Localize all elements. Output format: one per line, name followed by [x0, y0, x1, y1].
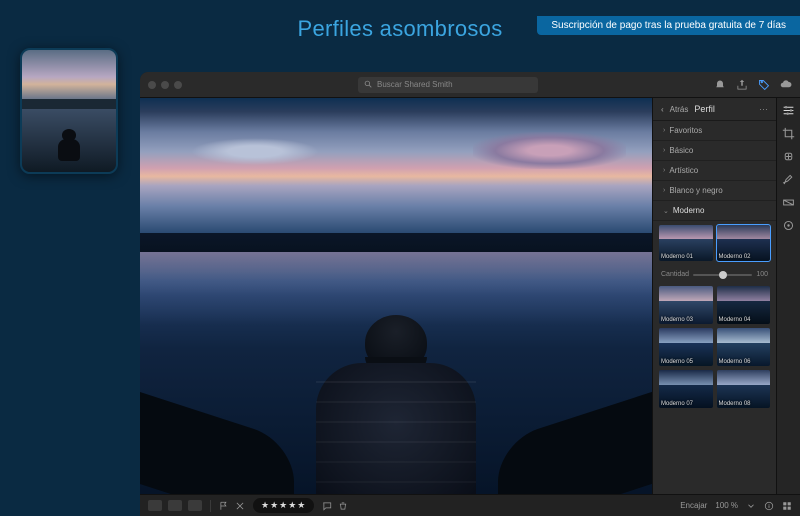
category-blanco-y-negro[interactable]: ›Blanco y negro: [653, 181, 776, 201]
notifications-icon[interactable]: [714, 79, 726, 91]
heal-icon[interactable]: [782, 150, 795, 163]
chevron-right-icon: ›: [663, 187, 665, 194]
fit-button[interactable]: Encajar: [680, 501, 707, 510]
profile-thumb[interactable]: Moderno 05: [659, 328, 713, 366]
category-artístico[interactable]: ›Artístico: [653, 161, 776, 181]
gradient-icon[interactable]: [782, 196, 795, 209]
share-icon[interactable]: [736, 79, 748, 91]
category-favoritos[interactable]: ›Favoritos: [653, 121, 776, 141]
info-icon[interactable]: [764, 501, 774, 511]
back-button[interactable]: Atrás: [670, 105, 689, 114]
grid-view-icon[interactable]: [782, 501, 792, 511]
profile-thumb[interactable]: Moderno 08: [717, 370, 771, 408]
bottom-toolbar: ★★★★★ Encajar 100 %: [140, 494, 800, 516]
tag-icon[interactable]: [758, 79, 770, 91]
category-moderno[interactable]: ⌄Moderno: [653, 201, 776, 221]
amount-label: Cantidad: [661, 271, 689, 278]
top-toolbar: Buscar Shared Smith: [140, 72, 800, 98]
radial-icon[interactable]: [782, 219, 795, 232]
flag-icon[interactable]: [219, 501, 229, 511]
edited-photo: [140, 98, 652, 494]
rating-stars[interactable]: ★★★★★: [253, 498, 314, 513]
chevron-left-icon[interactable]: ‹: [661, 105, 664, 114]
cloud-icon[interactable]: [780, 79, 792, 91]
chevron-right-icon: ›: [663, 167, 665, 174]
window-controls[interactable]: [148, 81, 182, 89]
zoom-level[interactable]: 100 %: [715, 501, 738, 510]
profile-thumb[interactable]: Moderno 04: [717, 286, 771, 324]
reject-icon[interactable]: [235, 501, 245, 511]
category-básico[interactable]: ›Básico: [653, 141, 776, 161]
more-options-button[interactable]: ···: [759, 104, 768, 114]
chat-icon[interactable]: [322, 501, 332, 511]
search-placeholder: Buscar Shared Smith: [377, 80, 453, 89]
profile-thumb[interactable]: Moderno 03: [659, 286, 713, 324]
panel-title: Perfil: [694, 104, 715, 114]
amount-value: 100: [756, 271, 768, 278]
view-switcher[interactable]: [148, 500, 202, 511]
search-icon: [364, 80, 373, 89]
tool-strip: [776, 98, 800, 494]
chevron-down-icon[interactable]: [746, 501, 756, 511]
chevron-down-icon: ⌄: [663, 207, 669, 215]
edit-sliders-icon[interactable]: [782, 104, 795, 117]
amount-slider[interactable]: [693, 274, 752, 276]
chevron-right-icon: ›: [663, 147, 665, 154]
profile-thumb[interactable]: Moderno 02: [717, 225, 771, 261]
subscription-banner: Suscripción de pago tras la prueba gratu…: [537, 16, 800, 35]
profile-panel: ‹ Atrás Perfil ··· ›Favoritos›Básico›Art…: [652, 98, 800, 494]
chevron-right-icon: ›: [663, 127, 665, 134]
photo-canvas[interactable]: [140, 98, 652, 494]
trash-icon[interactable]: [338, 501, 348, 511]
profile-thumb[interactable]: Moderno 07: [659, 370, 713, 408]
app-window: Buscar Shared Smith ‹: [140, 72, 800, 516]
profile-thumb[interactable]: Moderno 01: [659, 225, 713, 261]
search-input[interactable]: Buscar Shared Smith: [358, 77, 538, 93]
original-photo-thumbnail: [20, 48, 118, 174]
brush-icon[interactable]: [782, 173, 795, 186]
crop-icon[interactable]: [782, 127, 795, 140]
profile-thumb[interactable]: Moderno 06: [717, 328, 771, 366]
